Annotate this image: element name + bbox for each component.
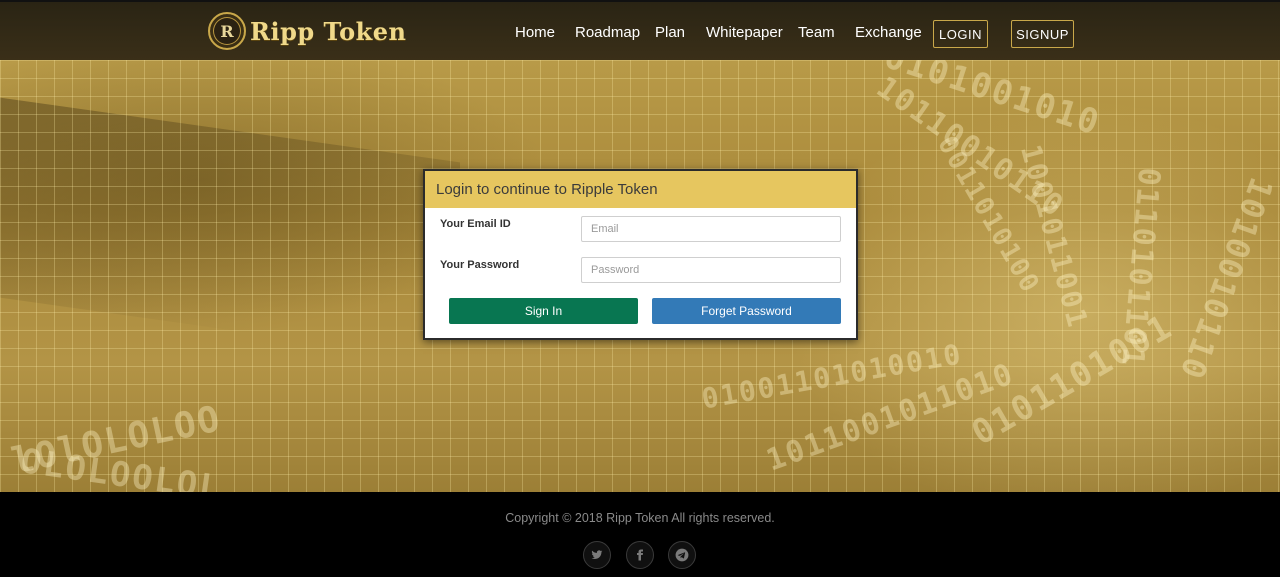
email-label: Your Email ID: [440, 218, 511, 230]
login-card-header: Login to continue to Ripple Token: [425, 171, 856, 208]
brand-name: Ripp Token: [250, 16, 407, 46]
sign-in-button[interactable]: Sign In: [449, 298, 638, 324]
facebook-icon[interactable]: [626, 541, 654, 569]
forget-password-button[interactable]: Forget Password: [652, 298, 841, 324]
email-field[interactable]: [581, 216, 841, 242]
nav-whitepaper[interactable]: Whitepaper: [706, 24, 783, 41]
nav-roadmap[interactable]: Roadmap: [575, 24, 640, 41]
nav-team[interactable]: Team: [798, 24, 835, 41]
telegram-icon[interactable]: [668, 541, 696, 569]
footer: Copyright © 2018 Ripp Token All rights r…: [0, 492, 1280, 577]
login-card-title: Login to continue to Ripple Token: [436, 181, 658, 198]
top-navbar: R Ripp Token Home Roadmap Plan Whitepape…: [0, 0, 1280, 60]
twitter-icon[interactable]: [583, 541, 611, 569]
signup-button[interactable]: SIGNUP: [1011, 20, 1074, 48]
coin-logo-icon: R: [208, 12, 246, 50]
nav-exchange[interactable]: Exchange: [855, 24, 922, 41]
nav-plan[interactable]: Plan: [655, 24, 685, 41]
login-button[interactable]: LOGIN: [933, 20, 988, 48]
password-field[interactable]: [581, 257, 841, 283]
brand-logo[interactable]: R Ripp Token: [208, 11, 406, 51]
login-card: Login to continue to Ripple Token Your E…: [423, 169, 858, 340]
nav-home[interactable]: Home: [515, 24, 555, 41]
password-label: Your Password: [440, 259, 520, 271]
copyright-text: Copyright © 2018 Ripp Token All rights r…: [505, 511, 775, 525]
logo-letter: R: [220, 21, 234, 41]
